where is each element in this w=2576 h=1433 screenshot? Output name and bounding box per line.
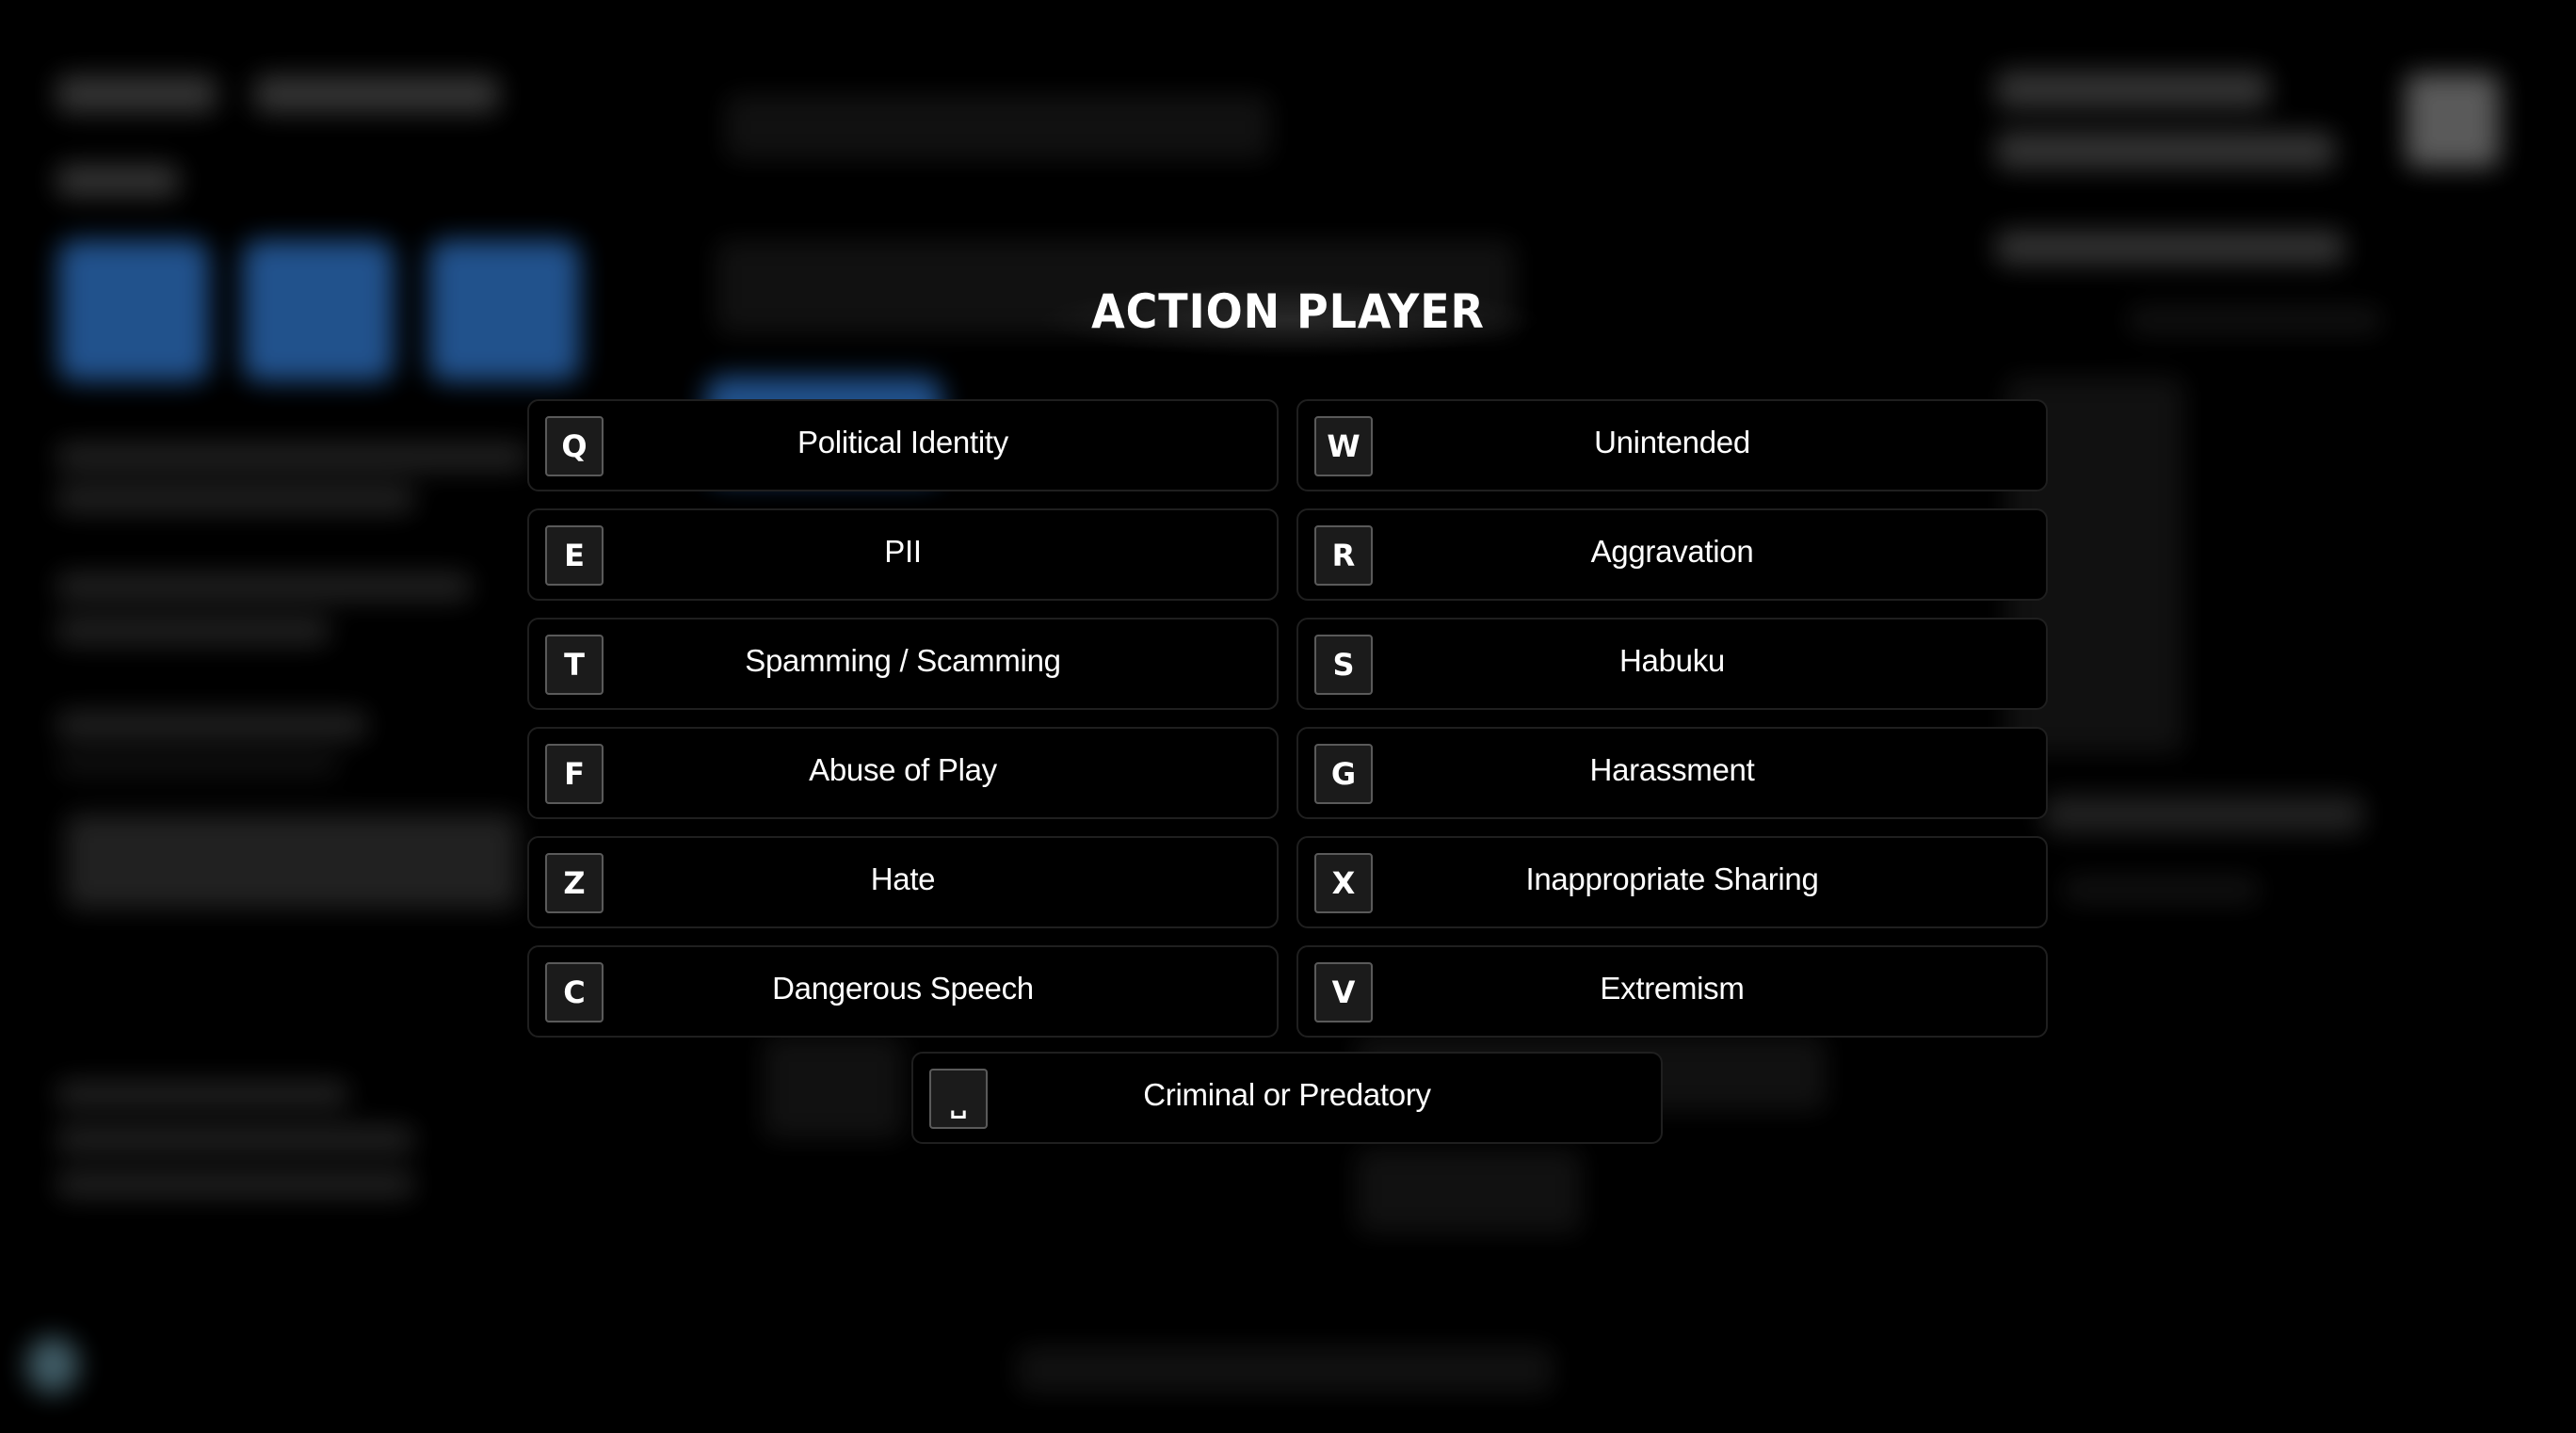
- keycap: E: [545, 525, 604, 586]
- action-label: Criminal or Predatory: [1143, 1077, 1431, 1112]
- keycap: W: [1314, 416, 1373, 476]
- modal-title: ACTION PLAYER: [1091, 284, 1485, 339]
- keycap: Z: [545, 853, 604, 913]
- action-label: Aggravation: [1590, 534, 1754, 569]
- action-label: Harassment: [1589, 752, 1755, 787]
- action-label: Abuse of Play: [809, 752, 997, 787]
- action-button-habuku[interactable]: S Habuku: [1296, 618, 2048, 710]
- keycap: X: [1314, 853, 1373, 913]
- keycap: V: [1314, 962, 1373, 1022]
- action-button-dangerous-speech[interactable]: C Dangerous Speech: [527, 945, 1279, 1038]
- keycap: G: [1314, 744, 1373, 804]
- action-label: Political Identity: [797, 425, 1008, 459]
- action-label: Habuku: [1619, 643, 1725, 678]
- action-label: Unintended: [1594, 425, 1750, 459]
- action-label: Inappropriate Sharing: [1525, 861, 1819, 896]
- keycap-space-icon: ␣: [929, 1069, 988, 1129]
- action-label: Spamming / Scamming: [745, 643, 1061, 678]
- action-button-pii[interactable]: E PII: [527, 508, 1279, 601]
- action-button-unintended[interactable]: W Unintended: [1296, 399, 2048, 491]
- action-button-aggravation[interactable]: R Aggravation: [1296, 508, 2048, 601]
- keycap: Q: [545, 416, 604, 476]
- keycap: S: [1314, 635, 1373, 695]
- action-button-abuse-of-play[interactable]: F Abuse of Play: [527, 727, 1279, 819]
- keycap: F: [545, 744, 604, 804]
- action-button-political-identity[interactable]: Q Political Identity: [527, 399, 1279, 491]
- action-button-spamming-scamming[interactable]: T Spamming / Scamming: [527, 618, 1279, 710]
- action-button-inappropriate-sharing[interactable]: X Inappropriate Sharing: [1296, 836, 2048, 928]
- action-label: Dangerous Speech: [772, 971, 1034, 1006]
- action-label: Extremism: [1600, 971, 1745, 1006]
- action-label: Hate: [870, 861, 936, 896]
- action-button-harassment[interactable]: G Harassment: [1296, 727, 2048, 819]
- action-button-hate[interactable]: Z Hate: [527, 836, 1279, 928]
- keycap: C: [545, 962, 604, 1022]
- action-button-criminal-or-predatory[interactable]: ␣ Criminal or Predatory: [911, 1052, 1663, 1144]
- modal-backdrop[interactable]: [0, 0, 2576, 1433]
- action-button-extremism[interactable]: V Extremism: [1296, 945, 2048, 1038]
- keycap: R: [1314, 525, 1373, 586]
- action-label: PII: [884, 534, 922, 569]
- keycap: T: [545, 635, 604, 695]
